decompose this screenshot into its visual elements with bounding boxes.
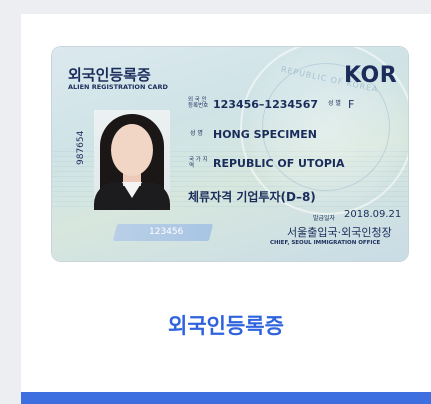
- name-value: HONG SPECIMEN: [213, 128, 317, 141]
- card-vertical-number: 987654: [76, 130, 86, 165]
- residence-status: 체류자격 기업투자(D–8): [188, 190, 316, 204]
- card-country-code: KOR: [344, 63, 398, 88]
- nationality-label: 국 가 지 역: [189, 157, 208, 169]
- card-title-kr: 외국인등록증: [68, 66, 151, 84]
- card-holder-photo: [94, 110, 170, 210]
- issuing-office-kr: 서울출입국·외국인청장: [287, 226, 392, 239]
- document-title-link[interactable]: 외국인등록증: [21, 310, 431, 340]
- issuing-office-en: CHIEF, SEOUL IMMIGRATION OFFICE: [270, 240, 381, 246]
- issue-date-value: 2018.09.21: [344, 209, 402, 220]
- alien-registration-card-image: REPUBLIC OF KOREA 외국인등록증 ALIEN REGISTRAT…: [52, 47, 408, 261]
- card-footer-bar[interactable]: [21, 392, 431, 404]
- name-label: 성 명: [190, 130, 203, 137]
- registration-number-label: 외 국 인 등록번호: [188, 97, 209, 109]
- nationality-value: REPUBLIC OF UTOPIA: [213, 157, 345, 170]
- sex-value: F: [348, 98, 355, 111]
- issue-date-label: 발급일자: [313, 215, 336, 222]
- document-card-tile[interactable]: REPUBLIC OF KOREA 외국인등록증 ALIEN REGISTRAT…: [21, 14, 431, 404]
- serial-number: 123456: [149, 227, 184, 237]
- card-title-en: ALIEN REGISTRATION CARD: [68, 83, 168, 91]
- registration-number-value: 123456–1234567: [213, 98, 318, 111]
- sex-label: 성 별: [328, 100, 341, 107]
